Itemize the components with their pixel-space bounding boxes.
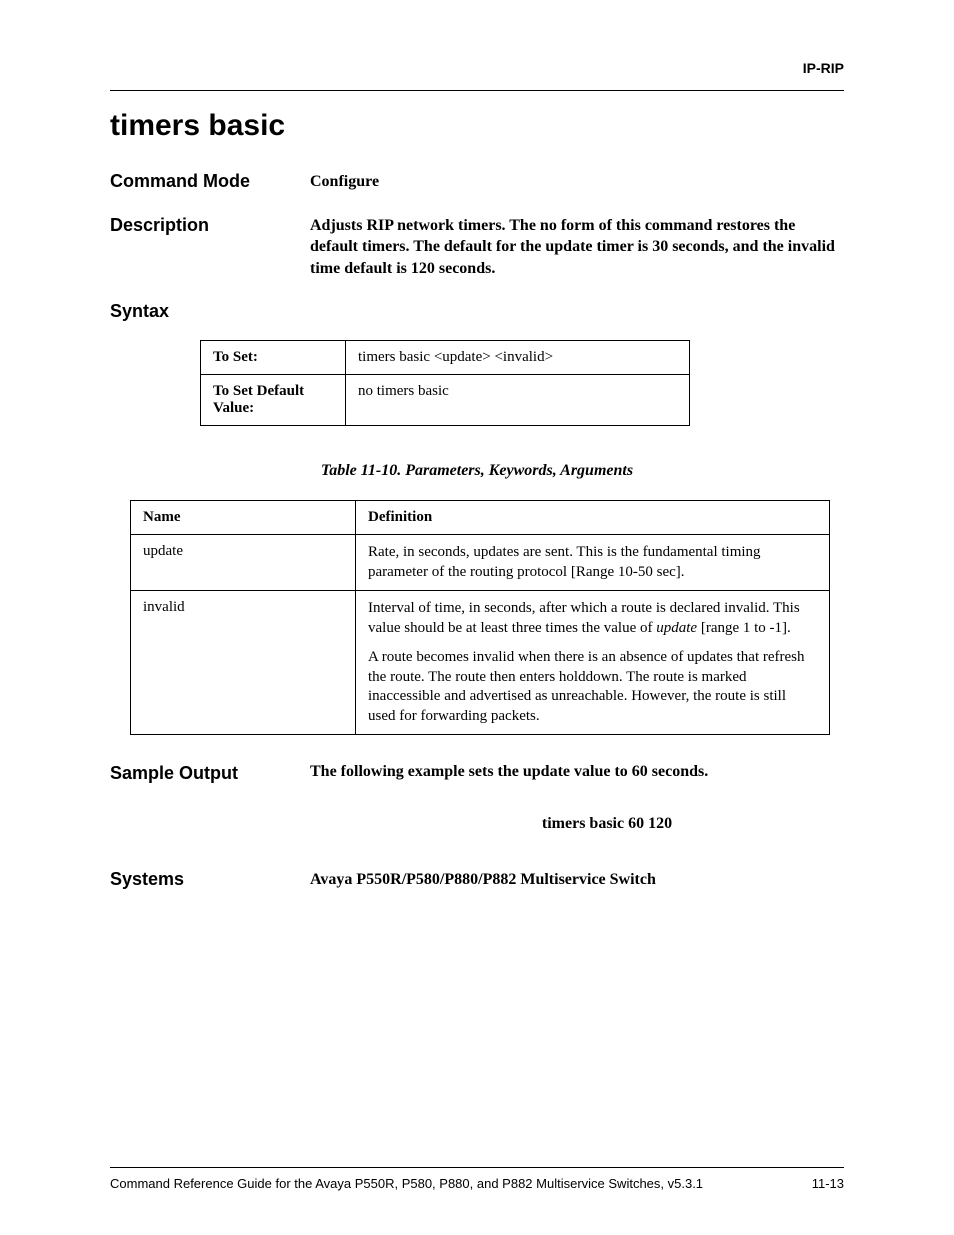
params-header-name: Name [131, 501, 356, 535]
params-row: invalid Interval of time, in seconds, af… [131, 591, 830, 735]
syntax-label: Syntax [110, 301, 844, 322]
command-mode-value: Configure [310, 171, 844, 193]
params-header-row: Name Definition [131, 501, 830, 535]
param-definition: Rate, in seconds, updates are sent. This… [356, 535, 830, 591]
description-label: Description [110, 215, 310, 236]
sample-output-label: Sample Output [110, 763, 310, 784]
footer-row: Command Reference Guide for the Avaya P5… [110, 1176, 844, 1191]
footer: Command Reference Guide for the Avaya P5… [110, 1167, 844, 1191]
description-row: Description Adjusts RIP network timers. … [110, 215, 844, 280]
syntax-row-value: no timers basic [346, 375, 690, 426]
syntax-table: To Set: timers basic <update> <invalid> … [200, 340, 690, 426]
param-name: update [131, 535, 356, 591]
param-name: invalid [131, 591, 356, 735]
param-def-p2: A route becomes invalid when there is an… [368, 648, 817, 726]
systems-value: Avaya P550R/P580/P880/P882 Multiservice … [310, 869, 844, 891]
page: IP-RIP timers basic Command Mode Configu… [0, 0, 954, 1235]
syntax-row: To Set: timers basic <update> <invalid> [201, 341, 690, 375]
param-def-p1-italic: update [656, 620, 697, 636]
footer-right: 11-13 [812, 1176, 844, 1191]
description-value: Adjusts RIP network timers. The no form … [310, 215, 844, 280]
param-def-p1-post: [range 1 to -1]. [697, 620, 791, 636]
sample-output-code: timers basic 60 120 [370, 815, 844, 833]
syntax-row-value: timers basic <update> <invalid> [346, 341, 690, 375]
command-mode-row: Command Mode Configure [110, 171, 844, 193]
command-mode-label: Command Mode [110, 171, 310, 192]
syntax-row-label: To Set: [201, 341, 346, 375]
syntax-row: To Set Default Value: no timers basic [201, 375, 690, 426]
param-definition: Interval of time, in seconds, after whic… [356, 591, 830, 735]
sample-output-body: The following example sets the update va… [310, 763, 844, 833]
params-table-caption: Table 11-10. Parameters, Keywords, Argum… [110, 462, 844, 480]
sample-output-intro: The following example sets the update va… [310, 763, 844, 781]
param-def-p1: Interval of time, in seconds, after whic… [368, 599, 817, 638]
header-section: IP-RIP [110, 60, 844, 76]
params-row: update Rate, in seconds, updates are sen… [131, 535, 830, 591]
params-table: Name Definition update Rate, in seconds,… [130, 500, 830, 735]
sample-output-row: Sample Output The following example sets… [110, 763, 844, 833]
params-header-definition: Definition [356, 501, 830, 535]
systems-row: Systems Avaya P550R/P580/P880/P882 Multi… [110, 869, 844, 891]
top-rule [110, 90, 844, 91]
systems-label: Systems [110, 869, 310, 890]
command-title: timers basic [110, 109, 844, 143]
syntax-row-label: To Set Default Value: [201, 375, 346, 426]
footer-rule [110, 1167, 844, 1168]
footer-left: Command Reference Guide for the Avaya P5… [110, 1176, 703, 1191]
param-def-p1: Rate, in seconds, updates are sent. This… [368, 543, 817, 582]
